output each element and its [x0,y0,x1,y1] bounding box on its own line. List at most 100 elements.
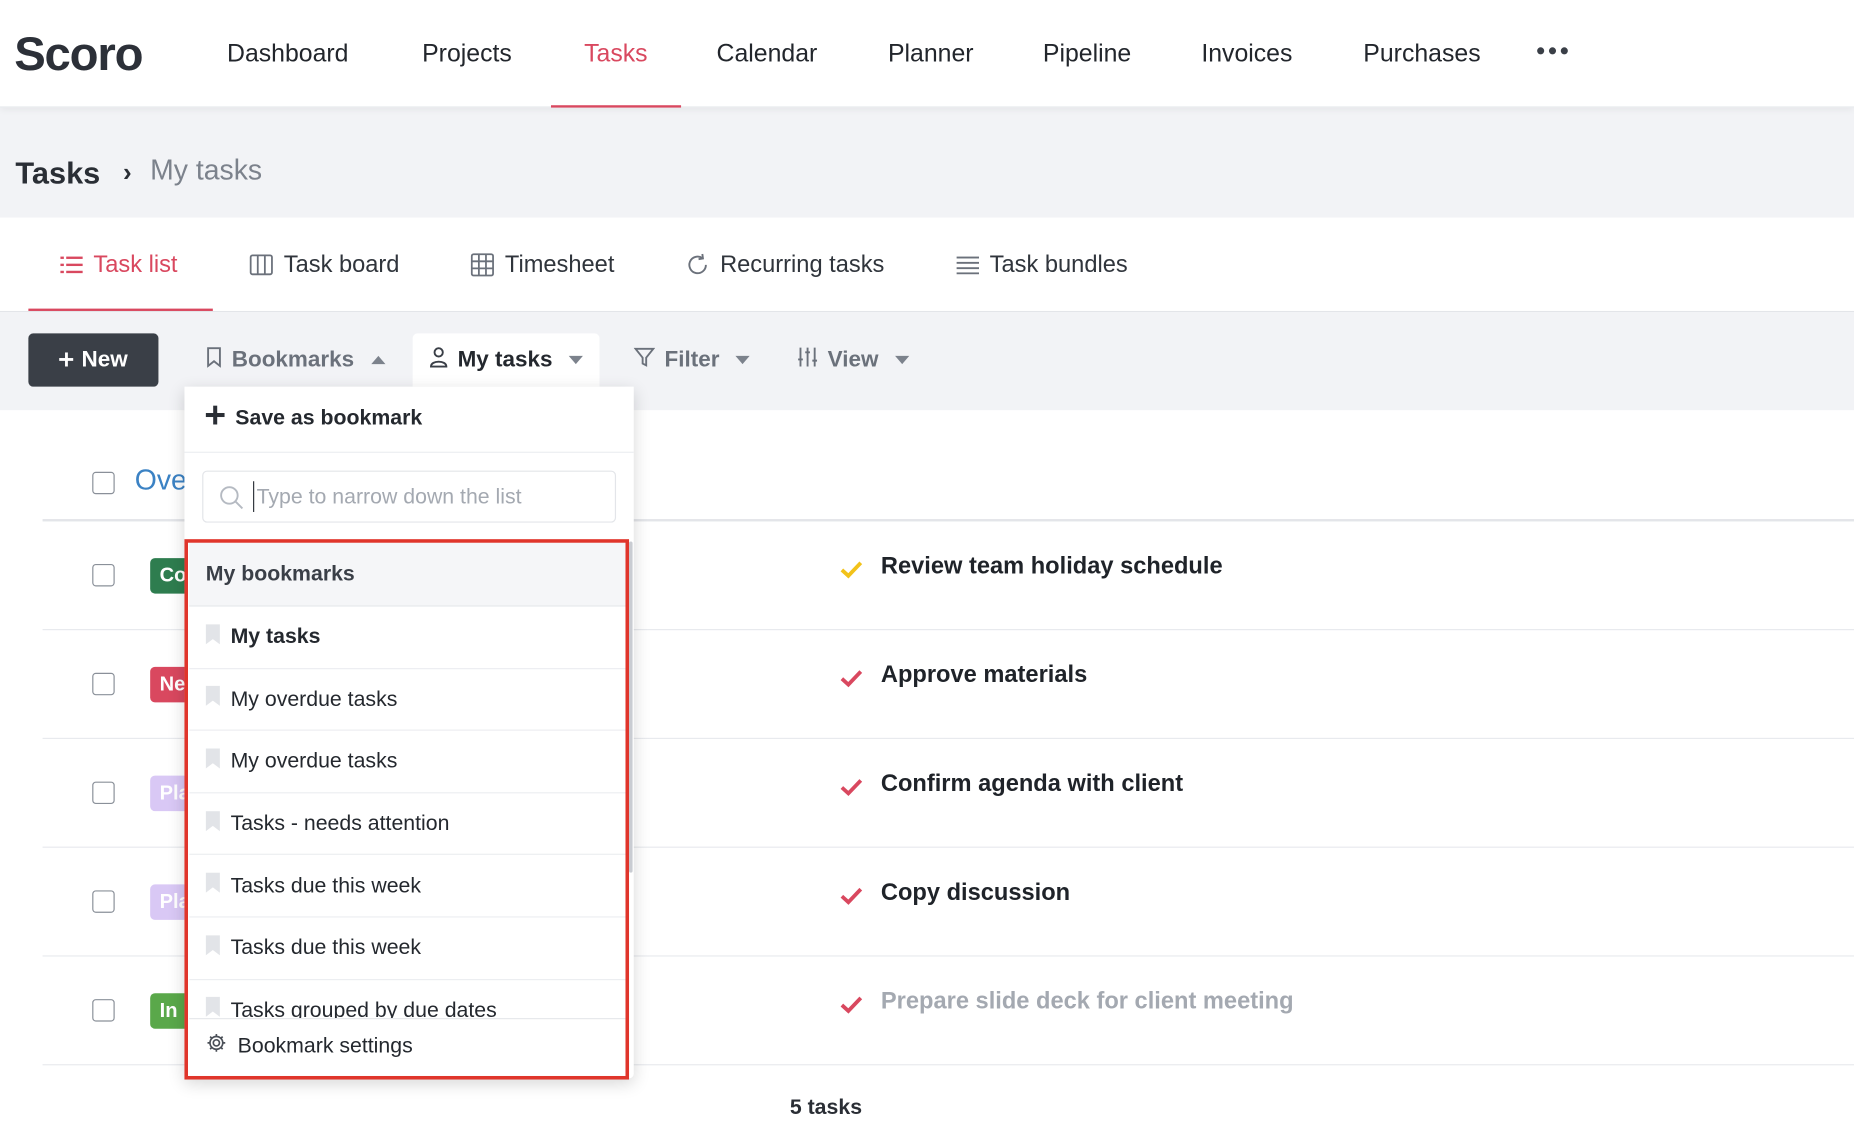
bookmark-list: My tasks My overdue tasks My overdue tas… [189,607,627,1021]
bookmarks-dropdown: Save as bookmark My bookmarks My tasks M… [184,386,634,1079]
view-label: View [827,347,879,372]
bookmark-label: Tasks due this week [230,935,422,960]
bookmark-label: My overdue tasks [230,749,398,773]
save-bookmark-button[interactable]: Save as bookmark [205,405,423,431]
check-icon[interactable] [840,996,864,1021]
save-bookmark-label: Save as bookmark [235,405,423,430]
chevron-down-icon [569,355,584,365]
new-button[interactable]: New [28,333,159,387]
task-title[interactable]: Approve materials [881,662,1087,689]
user-icon [429,346,448,374]
active-tab-underline [28,308,213,311]
check-icon[interactable] [840,669,864,694]
row-checkbox[interactable] [92,672,115,696]
chevron-down-icon [895,355,910,365]
bookmark-settings-button[interactable]: Bookmark settings [189,1018,627,1073]
list-icon [60,255,83,274]
tab-task-list[interactable]: Task list [60,218,178,313]
logo[interactable]: Scoro [14,28,143,81]
group-select-checkbox[interactable] [92,471,115,495]
nav-item-tasks[interactable]: Tasks [551,0,681,108]
new-button-label: New [81,347,128,372]
bookmarks-section-title: My bookmarks [189,541,627,607]
bookmark-label: Tasks - needs attention [230,811,450,835]
tab-label: Recurring tasks [720,251,885,278]
view-button[interactable]: View [797,333,910,386]
chevron-down-icon [735,355,751,365]
tab-label: Timesheet [504,251,615,278]
task-title[interactable]: Copy discussion [881,880,1070,907]
breadcrumb-bar [0,107,1854,218]
task-count: 5 tasks [789,1094,863,1119]
breadcrumb-separator: › [122,157,132,187]
bookmarks-button[interactable]: Bookmarks [206,333,385,386]
bookmark-icon [205,686,220,712]
row-checkbox[interactable] [92,781,115,805]
check-icon[interactable] [840,778,864,803]
bookmark-item[interactable]: My overdue tasks [189,731,627,794]
bookmark-search-field[interactable] [202,470,617,523]
logo-text: Scoro [14,28,143,81]
nav-item-calendar[interactable]: Calendar [717,0,818,108]
row-checkbox[interactable] [92,999,115,1022]
scrollbar[interactable] [629,541,633,873]
filter-label: Filter [664,347,720,372]
row-checkbox[interactable] [92,890,115,913]
grid-table-icon [470,253,495,277]
bookmark-icon [205,935,220,961]
check-icon[interactable] [840,560,864,585]
breadcrumb-root[interactable]: Tasks [15,155,100,192]
search-icon [219,485,245,517]
task-title[interactable]: Confirm agenda with client [881,771,1183,798]
plus-icon [59,347,74,373]
bookmark-icon [205,748,220,774]
bookmarks-label: Bookmarks [231,347,355,372]
plus-icon [205,405,225,431]
bookmark-item[interactable]: My overdue tasks [189,669,627,731]
tab-timesheet[interactable]: Timesheet [470,218,615,313]
nav-item-invoices[interactable]: Invoices [1201,0,1292,108]
tab-label: Task board [283,251,400,278]
tab-recurring-tasks[interactable]: Recurring tasks [686,218,885,313]
row-checkbox[interactable] [92,564,115,587]
bookmark-item[interactable]: Tasks grouped by due dates [189,980,626,1021]
task-title[interactable]: Review team holiday schedule [881,553,1223,580]
search-input[interactable] [253,481,596,512]
nav-item-pipeline[interactable]: Pipeline [1043,0,1131,108]
refresh-icon [686,253,710,277]
bookmark-label: Tasks grouped by due dates [230,997,497,1021]
bookmark-item[interactable]: My tasks [189,607,627,669]
bookmark-label: My tasks [230,624,321,649]
lines-icon [956,255,980,275]
nav-item-purchases[interactable]: Purchases [1363,0,1480,108]
breadcrumb-current: My tasks [150,154,263,187]
bookmark-icon [205,624,220,650]
bookmark-settings-label: Bookmark settings [237,1033,413,1058]
nav-item-projects[interactable]: Projects [422,0,512,108]
bookmark-item[interactable]: Tasks due this week [189,918,627,980]
filter-button[interactable]: Filter [633,333,751,386]
filter-icon [633,346,656,374]
bookmark-label: Tasks due this week [230,873,422,898]
tab-task-bundles[interactable]: Task bundles [956,218,1128,313]
my-tasks-button[interactable]: My tasks [412,333,600,387]
check-icon[interactable] [840,887,864,912]
top-navigation: Scoro Dashboard Projects Tasks Calendar … [0,0,1854,108]
nav-item-dashboard[interactable]: Dashboard [227,0,348,108]
bookmark-item[interactable]: Tasks due this week [189,855,627,918]
nav-item-planner[interactable]: Planner [888,0,974,108]
tab-label: Task bundles [989,251,1128,278]
bookmark-icon [205,810,220,837]
bookmark-label: My overdue tasks [230,686,398,711]
caret-up-icon [370,355,385,365]
gear-icon [206,1032,227,1059]
divider [184,451,634,453]
bookmark-icon [206,346,223,374]
task-title[interactable]: Prepare slide deck for client meeting [881,988,1294,1015]
bookmark-item[interactable]: Tasks - needs attention [189,793,627,856]
more-dots-icon[interactable] [1537,47,1568,55]
group-title[interactable]: Ove [135,465,187,498]
sliders-icon [797,346,818,374]
bookmark-icon [205,997,220,1020]
tab-task-board[interactable]: Task board [249,218,399,313]
